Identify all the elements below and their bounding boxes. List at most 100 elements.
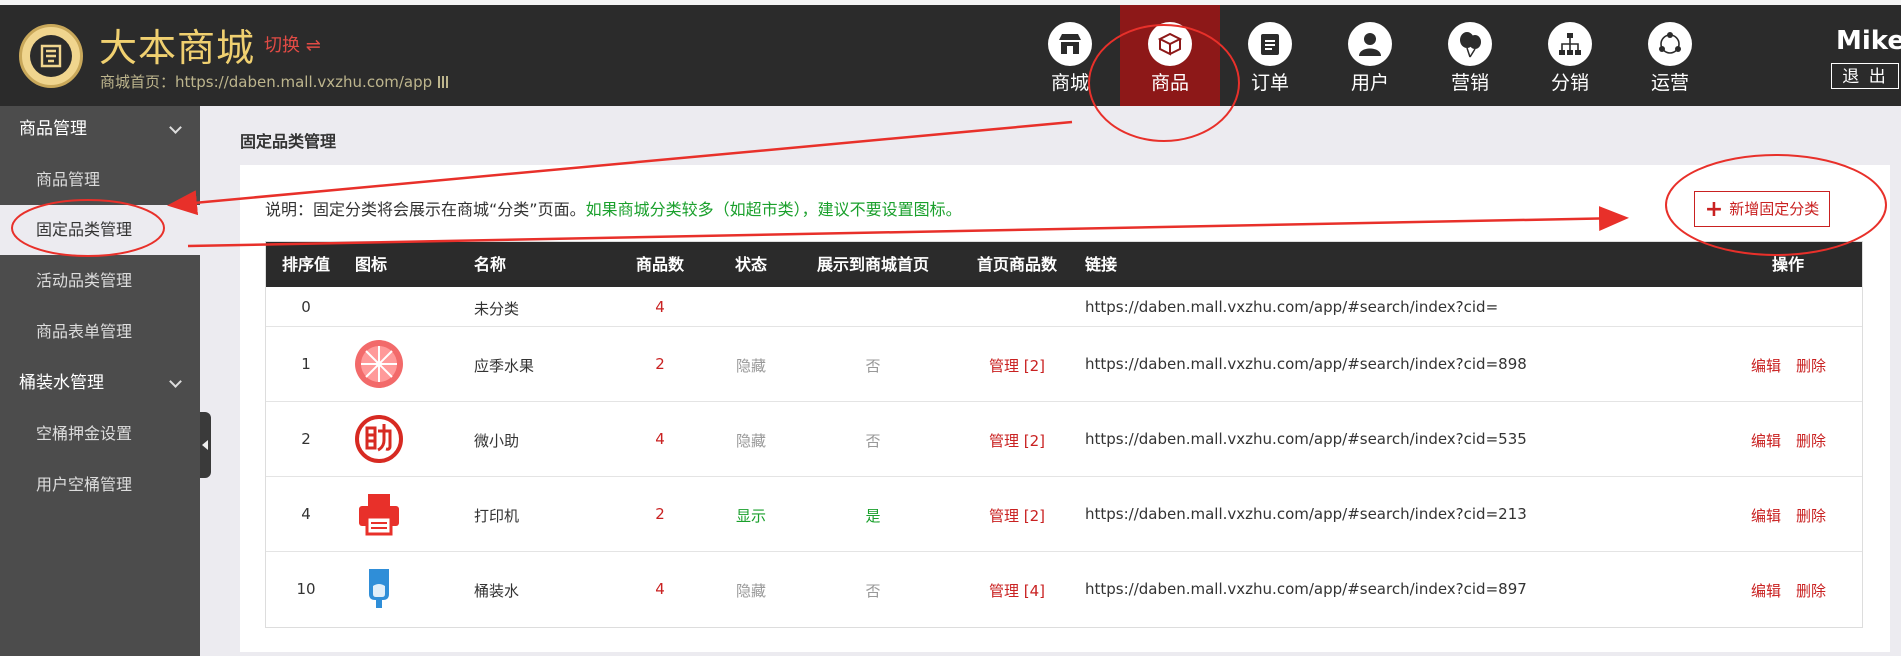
sort-value: 4 <box>301 505 311 523</box>
product-count: 4 <box>655 580 665 598</box>
show-on-home: 否 <box>865 357 881 375</box>
table-header: 排序值 图标 名称 商品数 状态 展示到商城首页 首页商品数 链接 操作 <box>266 242 1862 287</box>
balloon-icon <box>1448 22 1492 66</box>
manage-home-products-link[interactable]: 管理 [2] <box>989 355 1045 376</box>
category-name: 应季水果 <box>474 357 535 375</box>
share-icon <box>1648 22 1692 66</box>
category-link[interactable]: https://daben.mall.vxzhu.com/app/#search… <box>1085 298 1498 316</box>
manage-home-products-link[interactable]: 管理 [2] <box>989 430 1045 451</box>
edit-button[interactable]: 编辑 <box>1751 430 1781 451</box>
delete-button[interactable]: 删除 <box>1796 355 1826 376</box>
user-icon <box>1348 22 1392 66</box>
nav-products[interactable]: 商品 <box>1120 5 1220 106</box>
printer-icon <box>354 489 404 539</box>
sidebar: 商品管理 商品管理 固定品类管理 活动品类管理 商品表单管理 桶装水管理 空桶押… <box>0 106 200 656</box>
helper-icon <box>354 414 404 464</box>
table-row: 10 桶装水 4 隐藏 否 管理 [4] https://daben.mall.… <box>266 552 1862 627</box>
category-name: 桶装水 <box>474 582 520 600</box>
column-header: 首页商品数 <box>976 255 1058 274</box>
nav-label: 订单 <box>1250 72 1289 94</box>
sidebar-group-label: 桶装水管理 <box>19 373 104 393</box>
column-header: 链接 <box>1085 255 1118 274</box>
chevron-down-icon <box>169 121 182 134</box>
show-on-home: 否 <box>865 432 881 450</box>
nav-distribution[interactable]: 分销 <box>1520 5 1620 106</box>
show-on-home: 是 <box>865 507 881 525</box>
sidebar-item-bucket-deposit[interactable]: 空桶押金设置 <box>0 409 200 459</box>
nav-label: 商品 <box>1150 72 1189 94</box>
sort-value: 0 <box>301 298 311 316</box>
nav-store[interactable]: 商城 <box>1020 5 1120 106</box>
clipboard-icon <box>1248 22 1292 66</box>
chevron-down-icon <box>169 375 182 388</box>
nav-label: 商城 <box>1050 72 1089 94</box>
category-link[interactable]: https://daben.mall.vxzhu.com/app/#search… <box>1085 430 1527 448</box>
qrcode-icon[interactable] <box>438 76 451 88</box>
nav-label: 运营 <box>1650 72 1689 94</box>
edit-button[interactable]: 编辑 <box>1751 355 1781 376</box>
delete-button[interactable]: 删除 <box>1796 580 1826 601</box>
sidebar-item-user-buckets[interactable]: 用户空桶管理 <box>0 460 200 510</box>
category-link[interactable]: https://daben.mall.vxzhu.com/app/#search… <box>1085 580 1527 598</box>
nav-orders[interactable]: 订单 <box>1220 5 1320 106</box>
category-table: 排序值 图标 名称 商品数 状态 展示到商城首页 首页商品数 链接 操作 0 未… <box>265 241 1863 628</box>
category-name: 未分类 <box>474 300 520 318</box>
edit-button[interactable]: 编辑 <box>1751 505 1781 526</box>
nav-label: 营销 <box>1450 72 1489 94</box>
water-bottle-icon <box>354 564 404 614</box>
top-header: 大本商城 切换 ⇌ 商城首页：https://daben.mall.vxzhu.… <box>0 0 1901 106</box>
nav-marketing[interactable]: 营销 <box>1420 5 1520 106</box>
column-header: 商品数 <box>635 255 685 274</box>
grapefruit-icon <box>354 339 404 389</box>
status: 隐藏 <box>735 582 767 600</box>
nav-label: 分销 <box>1550 72 1589 94</box>
brand-title: 大本商城 <box>99 26 256 70</box>
sidebar-item-products[interactable]: 商品管理 <box>0 155 200 205</box>
sidebar-group-products[interactable]: 商品管理 <box>0 106 200 152</box>
page-title: 固定品类管理 <box>240 132 337 151</box>
sidebar-collapse-toggle[interactable] <box>200 412 211 478</box>
note-text: 说明：固定分类将会展示在商城“分类”页面。 <box>265 200 586 219</box>
store-home-url: 商城首页：https://daben.mall.vxzhu.com/app <box>100 72 451 92</box>
column-header: 操作 <box>1771 255 1805 274</box>
delete-button[interactable]: 删除 <box>1796 430 1826 451</box>
store-icon <box>1048 22 1092 66</box>
add-button-label: 新增固定分类 <box>1729 200 1820 218</box>
nav-users[interactable]: 用户 <box>1320 5 1420 106</box>
manage-home-products-link[interactable]: 管理 [2] <box>989 505 1045 526</box>
category-link[interactable]: https://daben.mall.vxzhu.com/app/#search… <box>1085 505 1527 523</box>
logout-button[interactable]: 退 出 <box>1831 63 1899 89</box>
table-row: 4 打印机 2 显示 是 管理 [2] https://daben.mall.v… <box>266 477 1862 552</box>
manage-home-products-link[interactable]: 管理 [4] <box>989 580 1045 601</box>
brand-logo <box>19 24 83 88</box>
product-count: 4 <box>655 430 665 448</box>
category-link[interactable]: https://daben.mall.vxzhu.com/app/#search… <box>1085 355 1527 373</box>
delete-button[interactable]: 删除 <box>1796 505 1826 526</box>
table-row: 0 未分类 4 https://daben.mall.vxzhu.com/app… <box>266 287 1862 327</box>
switch-store-link[interactable]: 切换 ⇌ <box>264 34 321 58</box>
column-header: 状态 <box>734 255 768 274</box>
status: 显示 <box>735 507 767 525</box>
column-header: 图标 <box>355 255 388 274</box>
sidebar-item-fixed-category[interactable]: 固定品类管理 <box>0 205 200 255</box>
box-icon <box>1148 22 1192 66</box>
description-note: 说明：固定分类将会展示在商城“分类”页面。如果商城分类较多（如超市类），建议不要… <box>265 196 962 220</box>
table-row: 2 微小助 4 隐藏 否 管理 [2] https://daben.mall.v… <box>266 402 1862 477</box>
nav-label: 用户 <box>1350 72 1389 94</box>
product-count: 2 <box>655 355 665 373</box>
product-count: 2 <box>655 505 665 523</box>
note-warning-text: 如果商城分类较多（如超市类），建议不要设置图标。 <box>585 200 962 219</box>
status: 隐藏 <box>735 357 767 375</box>
sidebar-item-activity-category[interactable]: 活动品类管理 <box>0 256 200 306</box>
add-fixed-category-button[interactable]: + 新增固定分类 <box>1694 191 1830 227</box>
column-header: 名称 <box>474 255 507 274</box>
category-name: 微小助 <box>474 432 520 450</box>
nav-operations[interactable]: 运营 <box>1620 5 1720 106</box>
sort-value: 2 <box>301 430 311 448</box>
status: 隐藏 <box>735 432 767 450</box>
sort-value: 10 <box>296 580 316 598</box>
edit-button[interactable]: 编辑 <box>1751 580 1781 601</box>
sidebar-group-bottled-water[interactable]: 桶装水管理 <box>0 360 200 406</box>
sidebar-item-product-forms[interactable]: 商品表单管理 <box>0 307 200 357</box>
product-count: 4 <box>655 298 665 316</box>
